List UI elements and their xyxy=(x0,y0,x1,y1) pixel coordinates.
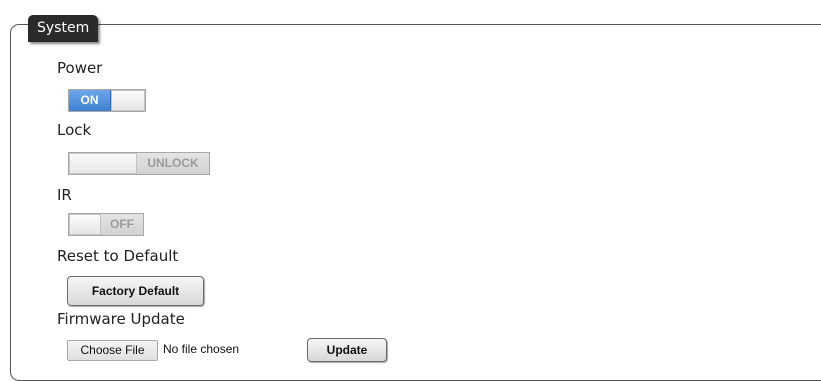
panel-title: System xyxy=(28,15,99,42)
firmware-label: Firmware Update xyxy=(57,310,185,328)
lock-toggle-state: UNLOCK xyxy=(137,153,209,174)
update-button[interactable]: Update xyxy=(307,338,387,362)
ir-toggle[interactable]: OFF xyxy=(68,213,144,236)
toggle-knob xyxy=(69,153,137,174)
ir-label: IR xyxy=(57,186,72,204)
file-status-text: No file chosen xyxy=(163,342,240,356)
reset-label: Reset to Default xyxy=(57,247,179,265)
toggle-knob xyxy=(69,214,101,235)
toggle-knob xyxy=(111,90,145,111)
ir-toggle-state: OFF xyxy=(101,214,143,235)
lock-label: Lock xyxy=(57,121,92,139)
choose-file-button[interactable]: Choose File xyxy=(67,340,158,361)
factory-default-button[interactable]: Factory Default xyxy=(67,276,204,306)
power-toggle[interactable]: ON xyxy=(68,89,146,112)
lock-toggle[interactable]: UNLOCK xyxy=(68,152,210,175)
power-label: Power xyxy=(57,59,103,77)
power-toggle-state: ON xyxy=(69,90,111,111)
